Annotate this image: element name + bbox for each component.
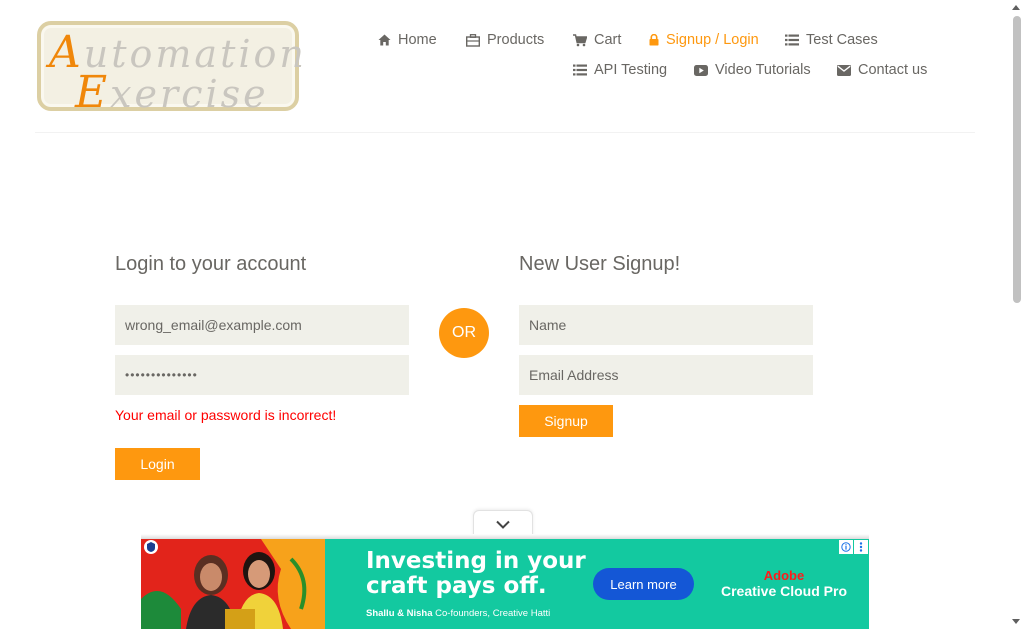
envelope-icon [837, 64, 851, 76]
home-icon [378, 34, 391, 46]
nav-contact-us[interactable]: Contact us [837, 62, 927, 78]
chevron-down-icon [496, 516, 510, 534]
nav-test-cases-label: Test Cases [806, 32, 878, 48]
page-scrollbar[interactable] [1009, 0, 1024, 629]
ad-options-icon[interactable] [854, 540, 868, 554]
youtube-play-icon [694, 64, 708, 76]
nav-api-testing-label: API Testing [594, 62, 668, 78]
scroll-down-arrow-icon[interactable] [1012, 619, 1020, 624]
nav-home-label: Home [398, 32, 437, 48]
signup-email-input[interactable] [519, 355, 813, 395]
list-icon [785, 34, 799, 46]
nav-video-tutorials-label: Video Tutorials [715, 62, 811, 78]
nav-video-tutorials[interactable]: Video Tutorials [694, 62, 811, 78]
nav-signup-login-label: Signup / Login [666, 32, 759, 48]
nav-cart[interactable]: Cart [573, 32, 621, 48]
nav-home[interactable]: Home [378, 32, 437, 48]
products-icon [466, 33, 480, 47]
ad-headline: Investing in your craft pays off. [366, 548, 586, 599]
ad-caption: Shallu & Nisha Co-founders, Creative Hat… [366, 608, 551, 619]
ad-info-icon[interactable] [839, 540, 853, 554]
or-divider-badge: OR [439, 308, 489, 358]
login-button[interactable]: Login [115, 448, 200, 480]
scroll-up-arrow-icon[interactable] [1012, 5, 1020, 10]
list-icon [573, 64, 587, 76]
signup-button[interactable]: Signup [519, 405, 613, 437]
header-divider [35, 132, 975, 133]
signup-name-input[interactable] [519, 305, 813, 345]
ad-brand: Adobe Creative Cloud Pro [720, 568, 848, 600]
nav-test-cases[interactable]: Test Cases [785, 32, 878, 48]
ad-learn-more-button[interactable]: Learn more [593, 568, 694, 600]
scroll-thumb[interactable] [1013, 16, 1021, 303]
nav-cart-label: Cart [594, 32, 622, 48]
ad-photo [141, 539, 325, 629]
nav-contact-us-label: Contact us [858, 62, 928, 78]
nav-api-testing[interactable]: API Testing [573, 62, 667, 78]
ad-corner-controls [839, 540, 868, 554]
cart-icon [573, 33, 587, 47]
login-error-message: Your email or password is incorrect! [115, 407, 337, 423]
nav-products-label: Products [487, 32, 545, 48]
nav-products[interactable]: Products [466, 32, 544, 48]
login-title: Login to your account [115, 253, 307, 275]
lock-icon [649, 34, 659, 46]
login-email-input[interactable] [115, 305, 409, 345]
ad-banner[interactable]: Investing in your craft pays off. Shallu… [141, 539, 869, 629]
main-nav: Home Products Cart Signup / Login Test C… [0, 0, 1010, 100]
nav-signup-login[interactable]: Signup / Login [649, 32, 759, 48]
signup-title: New User Signup! [519, 253, 681, 275]
login-password-input[interactable] [115, 355, 409, 395]
